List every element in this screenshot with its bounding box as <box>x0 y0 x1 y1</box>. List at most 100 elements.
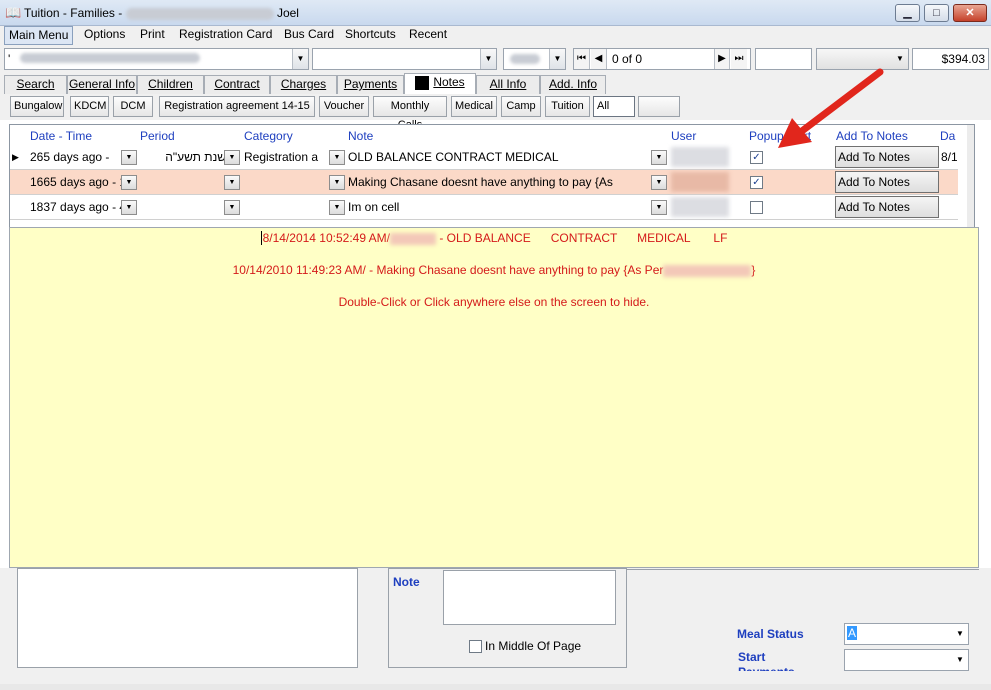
popup-alert-overlay[interactable]: 8/14/2014 10:52:49 AM/ - OLD BALANCE CON… <box>9 227 979 568</box>
menu-shortcuts[interactable]: Shortcuts <box>341 26 400 45</box>
in-middle-checkbox[interactable] <box>469 640 482 653</box>
chevron-down-icon[interactable]: ▼ <box>549 49 565 69</box>
menu-registration-card[interactable]: Registration Card <box>175 26 276 45</box>
bottom-edge <box>0 684 991 690</box>
menu-options[interactable]: Options <box>80 26 129 45</box>
cell-date: 1665 days ago - 1 <box>30 175 127 189</box>
tab-general-info[interactable]: General Info <box>67 75 137 94</box>
note-label: Note <box>393 575 420 589</box>
popup-alert-checkbox[interactable]: ✓ <box>750 151 763 164</box>
category-medical[interactable]: Medical <box>451 96 497 117</box>
minimize-button[interactable]: ▁ <box>895 4 920 22</box>
chevron-down-icon[interactable]: ▼ <box>224 150 240 165</box>
chevron-down-icon[interactable]: ▼ <box>651 175 667 190</box>
in-middle-label: In Middle Of Page <box>485 639 582 653</box>
chevron-down-icon[interactable]: ▼ <box>329 200 345 215</box>
cell-note[interactable]: Making Chasane doesnt have anything to p… <box>348 172 648 192</box>
note-textarea[interactable] <box>443 570 616 625</box>
category-dcm[interactable]: DCM <box>113 96 153 117</box>
cell-note[interactable]: Im on cell <box>348 197 648 217</box>
cell-date: 1837 days ago - 4 <box>30 200 127 214</box>
start-payments-combo[interactable]: ▼ <box>844 649 969 671</box>
app-book-icon: 📖 <box>5 5 22 20</box>
tab-contract[interactable]: Contract <box>204 75 270 94</box>
popup-line-1: 8/14/2014 10:52:49 AM/ - OLD BALANCE CON… <box>260 231 728 245</box>
row-pointer-icon: ▶ <box>12 152 19 162</box>
first-record-icon[interactable]: ⏮ <box>574 49 590 69</box>
popup-alert-checkbox[interactable] <box>750 201 763 214</box>
header-user[interactable]: User <box>671 129 696 143</box>
category-voucher[interactable]: Voucher <box>319 96 369 117</box>
tab-all-info[interactable]: All Info <box>476 75 540 94</box>
cell-date: 265 days ago - <box>30 150 110 164</box>
chevron-down-icon[interactable]: ▼ <box>952 624 968 644</box>
popup-line-2: 10/14/2010 11:49:23 AM/ - Making Chasane… <box>232 263 756 277</box>
chevron-down-icon[interactable]: ▼ <box>651 200 667 215</box>
tab-add-info[interactable]: Add. Info <box>540 75 606 94</box>
menu-main-menu[interactable]: Main Menu <box>4 26 74 45</box>
chevron-down-icon[interactable]: ▼ <box>651 150 667 165</box>
tab-payments[interactable]: Payments <box>337 75 404 94</box>
tab-charges[interactable]: Charges <box>270 75 337 94</box>
chevron-down-icon[interactable]: ▼ <box>224 200 240 215</box>
chevron-down-icon[interactable]: ▼ <box>892 49 908 69</box>
cell-user-blurred <box>671 172 729 192</box>
category-registration[interactable]: Registration agreement 14-15 <box>159 96 315 117</box>
chevron-down-icon[interactable]: ▼ <box>329 175 345 190</box>
menu-recent[interactable]: Recent <box>405 26 451 45</box>
maximize-button[interactable]: □ <box>924 4 949 22</box>
next-record-icon[interactable]: ▶ <box>714 49 730 69</box>
lower-left-box <box>17 568 358 668</box>
category-monthly-calls[interactable]: Monthly Calls <box>373 96 447 131</box>
meal-status-combo[interactable]: A ▼ <box>844 623 969 645</box>
category-blank[interactable] <box>638 96 680 117</box>
menu-bar: Main Menu Options Print Registration Car… <box>0 26 991 45</box>
add-to-notes-button[interactable]: Add To Notes <box>835 171 939 193</box>
category-camp[interactable]: Camp <box>501 96 541 117</box>
header-category[interactable]: Category <box>244 129 293 143</box>
chevron-down-icon[interactable]: ▼ <box>952 650 968 670</box>
chevron-down-icon[interactable]: ▼ <box>121 175 137 190</box>
add-to-notes-button[interactable]: Add To Notes <box>835 196 939 218</box>
chevron-down-icon[interactable]: ▼ <box>121 200 137 215</box>
third-combo[interactable]: ▼ <box>503 48 566 70</box>
header-period[interactable]: Period <box>140 129 175 143</box>
menu-print[interactable]: Print <box>136 26 169 45</box>
category-all[interactable]: All <box>593 96 635 117</box>
chevron-down-icon[interactable]: ▼ <box>121 150 137 165</box>
category-kdcm[interactable]: KDCM <box>70 96 109 117</box>
last-record-icon[interactable]: ⏭ <box>731 49 747 69</box>
table-row[interactable]: 1665 days ago - 1 ▼ ▼ Making Chasane doe… <box>10 170 958 195</box>
chevron-down-icon[interactable]: ▼ <box>224 175 240 190</box>
note-group-box: Note In Middle Of Page <box>388 568 627 668</box>
family-combo[interactable]: ' ▼ <box>4 48 309 70</box>
tab-search[interactable]: Search <box>4 75 67 94</box>
category-bungalow[interactable]: Bungalow <box>10 96 64 117</box>
cell-note[interactable]: OLD BALANCE CONTRACT MEDICAL <box>348 147 648 167</box>
red-arrow-annotation <box>778 68 884 148</box>
cell-da: 8/1 <box>941 150 957 164</box>
grid-scrollbar[interactable] <box>967 125 974 227</box>
header-note[interactable]: Note <box>348 129 373 143</box>
chevron-down-icon[interactable]: ▼ <box>329 150 345 165</box>
start-label: Start <box>738 650 766 664</box>
prev-record-icon[interactable]: ◀ <box>591 49 607 69</box>
header-date[interactable]: Da <box>940 129 955 143</box>
balance-field: $394.03 <box>912 48 989 70</box>
popup-alert-checkbox[interactable]: ✓ <box>750 176 763 189</box>
close-button[interactable]: ✕ <box>953 4 987 22</box>
lower-panel: Note In Middle Of Page Meal Status A ▼ S… <box>0 568 991 690</box>
table-row[interactable]: 1837 days ago - 4 ▼ ▼ Im on cell ▼ Add T… <box>10 195 958 220</box>
chevron-down-icon[interactable]: ▼ <box>292 49 308 69</box>
chevron-down-icon[interactable]: ▼ <box>480 49 496 69</box>
header-date-time[interactable]: Date - Time <box>30 129 92 143</box>
category-tuition[interactable]: Tuition <box>545 96 590 117</box>
cell-period: שנת תשע"ה <box>165 150 226 164</box>
menu-bus-card[interactable]: Bus Card <box>280 26 338 45</box>
tab-notes[interactable]: Notes <box>404 73 476 94</box>
cell-user-blurred <box>671 197 729 217</box>
second-combo[interactable]: ▼ <box>312 48 497 70</box>
tab-children[interactable]: Children <box>137 75 204 94</box>
payments-label: Payments <box>738 665 795 671</box>
cell-user-blurred <box>671 147 729 167</box>
